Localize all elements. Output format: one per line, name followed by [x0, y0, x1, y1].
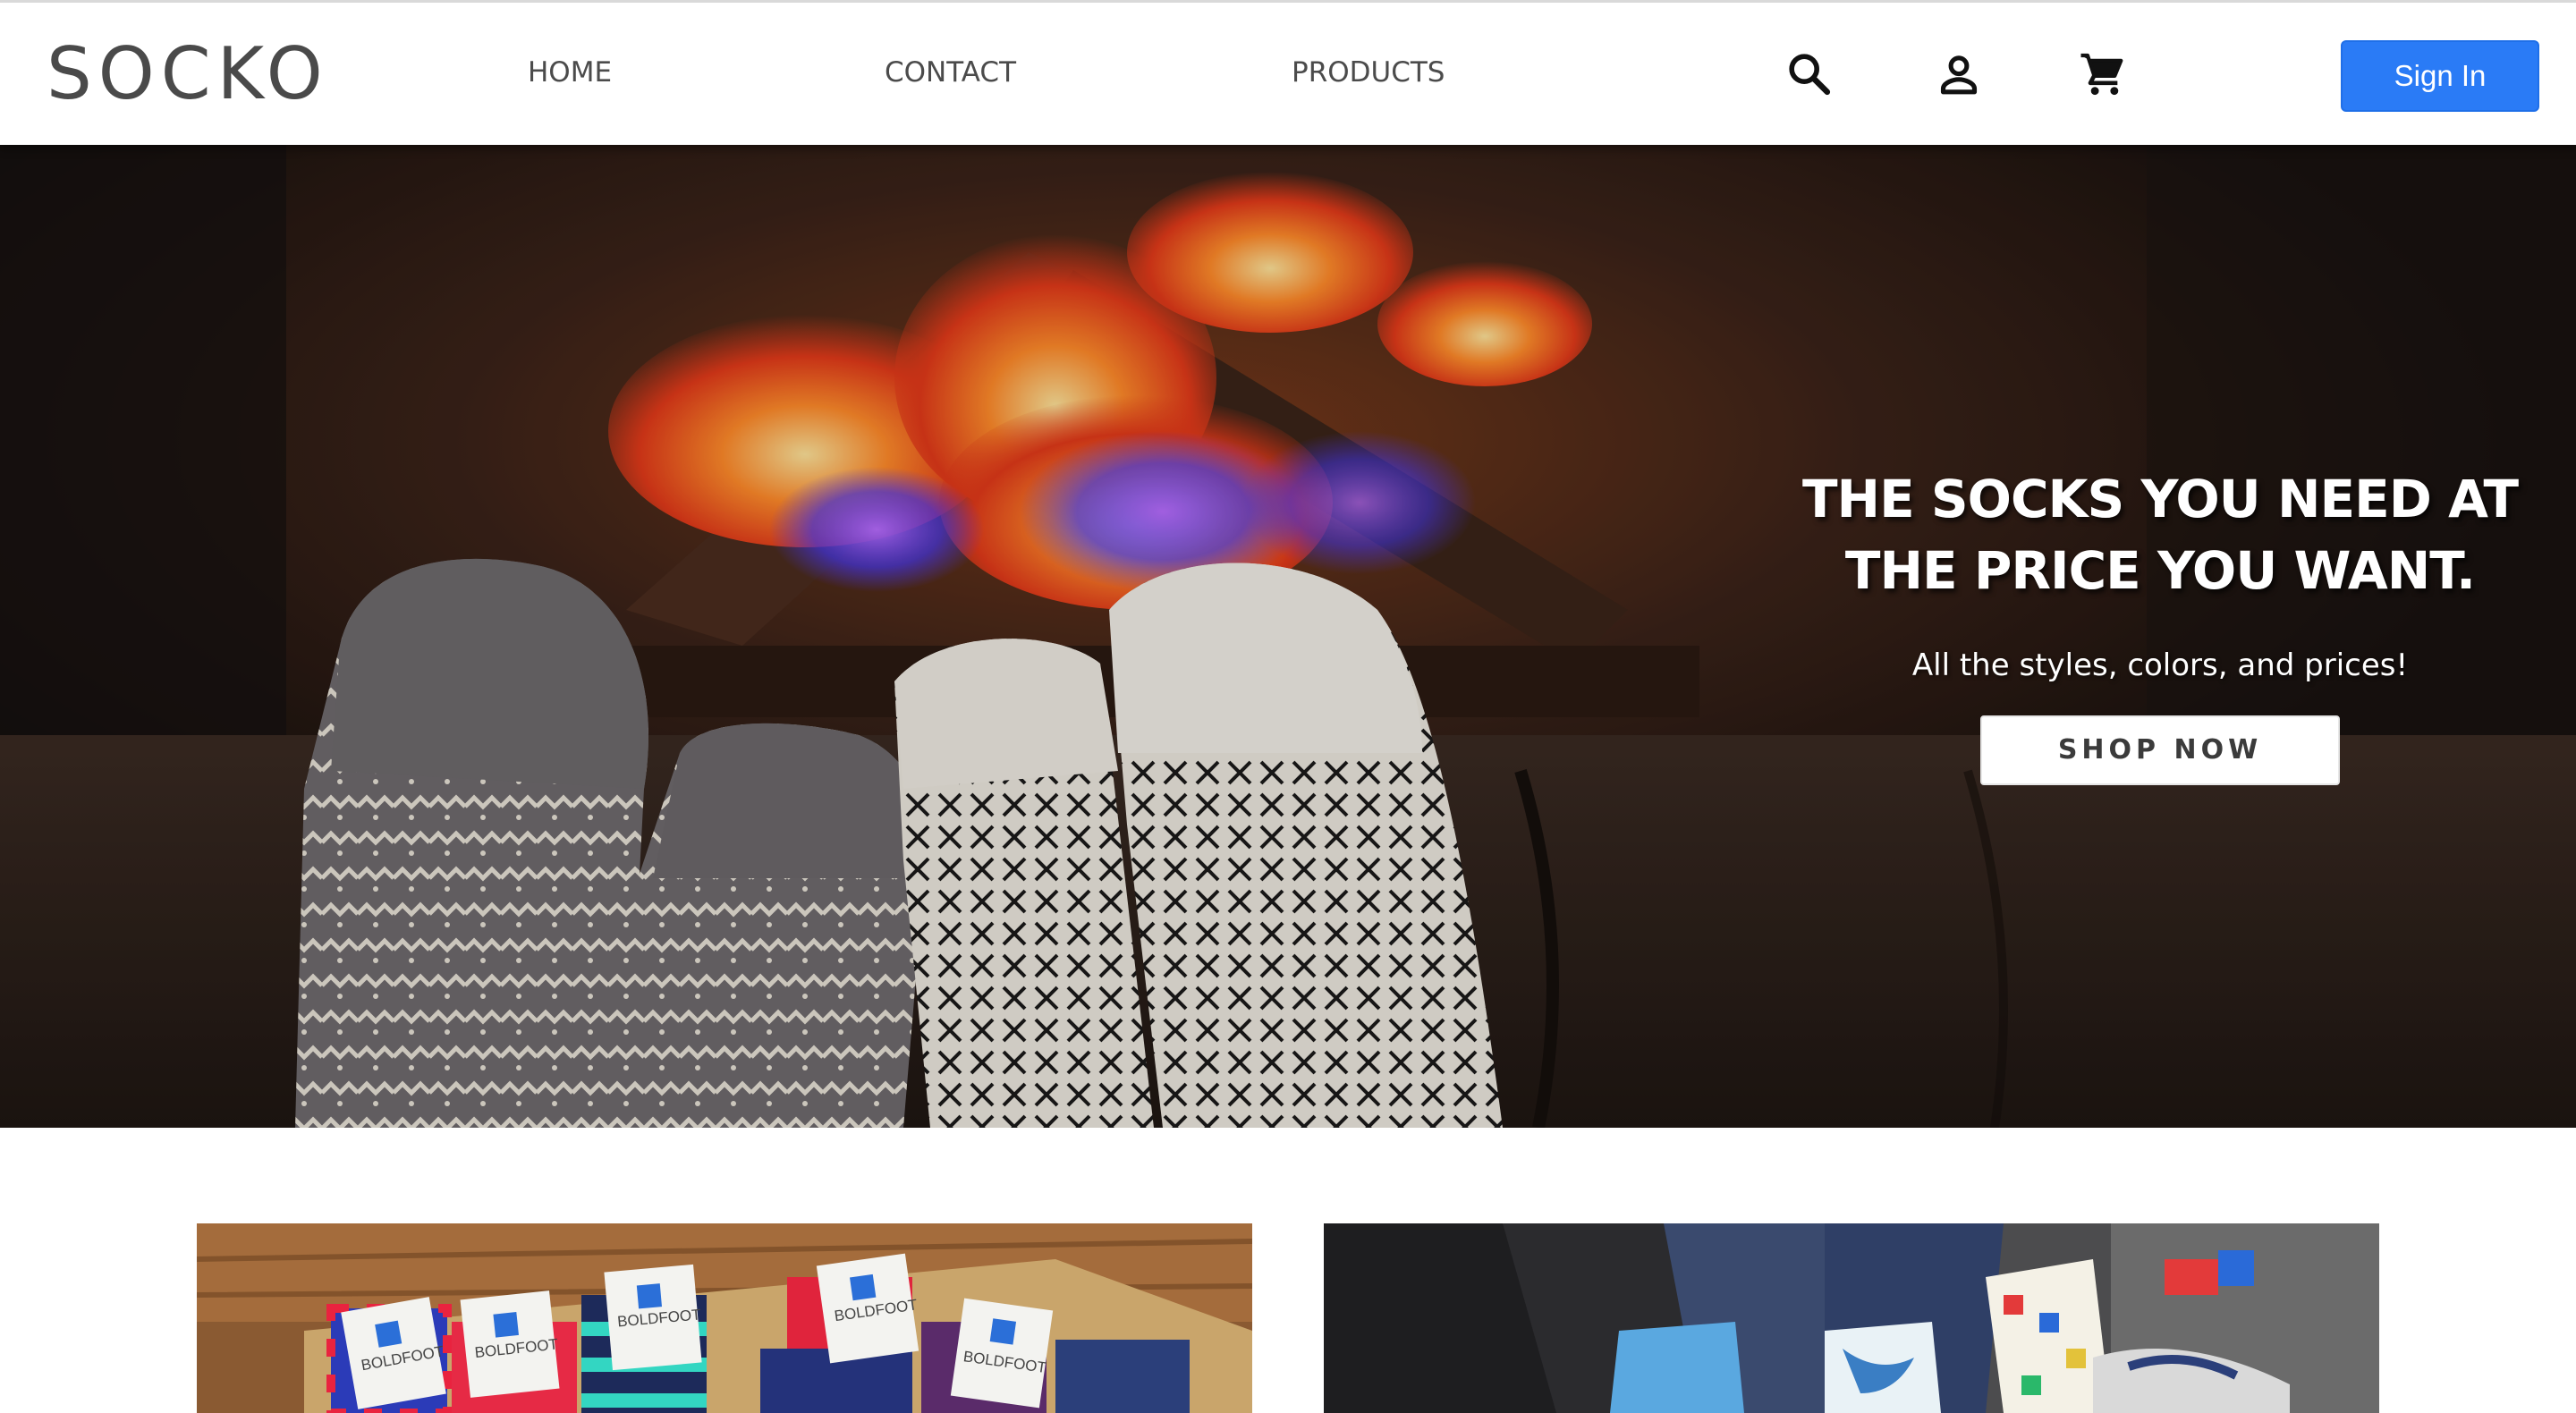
hero-banner: THE SOCKS YOU NEED AT THE PRICE YOU WANT…: [0, 145, 2576, 1128]
hero-title-line-1: THE SOCKS YOU NEED AT: [1801, 469, 2519, 529]
nav-home[interactable]: HOME: [528, 55, 612, 90]
search-icon[interactable]: [1784, 49, 1835, 99]
sign-in-button[interactable]: Sign In: [2341, 40, 2539, 112]
product-tile-socks-box[interactable]: BOLDFOOT BOLDFOOT BOLDFOOT BOLDFOOT BOLD…: [197, 1223, 1252, 1413]
hero-title: THE SOCKS YOU NEED AT THE PRICE YOU WANT…: [1753, 463, 2567, 606]
account-icon[interactable]: [1934, 49, 1984, 99]
nav-products[interactable]: PRODUCTS: [1292, 55, 1445, 90]
nav-contact[interactable]: CONTACT: [885, 55, 1016, 90]
site-logo[interactable]: SOCKO: [47, 30, 329, 119]
site-header: SOCKO HOME CONTACT PRODUCTS Sign In: [0, 0, 2576, 145]
cart-icon[interactable]: [2078, 49, 2128, 99]
page: SOCKO HOME CONTACT PRODUCTS Sign In THE …: [0, 0, 2576, 1413]
hero-copy: THE SOCKS YOU NEED AT THE PRICE YOU WANT…: [1753, 463, 2567, 785]
product-tile-legs-socks[interactable]: [1324, 1223, 2379, 1413]
hero-title-line-2: THE PRICE YOU WANT.: [1844, 540, 2476, 601]
legs-socks-image: [1324, 1223, 2379, 1413]
hero-subtitle: All the styles, colors, and prices!: [1911, 647, 2409, 683]
socks-box-image: BOLDFOOT BOLDFOOT BOLDFOOT BOLDFOOT BOLD…: [197, 1223, 1252, 1413]
shop-now-button[interactable]: SHOP NOW: [1980, 715, 2340, 785]
